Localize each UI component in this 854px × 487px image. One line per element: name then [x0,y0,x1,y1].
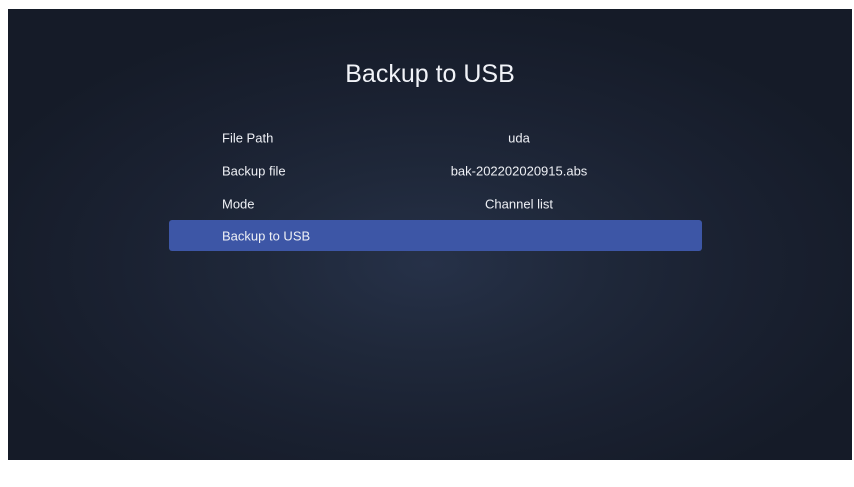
menu-item-backup-file[interactable]: Backup file bak-202202020915.abs [169,154,702,187]
tv-screen: Backup to USB File Path uda Backup file … [8,9,852,460]
menu-item-label: Backup to USB [222,228,311,243]
menu-item-label: Mode [222,196,255,211]
menu-item-value: Channel list [485,196,553,211]
menu-item-file-path[interactable]: File Path uda [169,121,702,154]
menu-item-value: bak-202202020915.abs [450,163,588,178]
menu-item-label: File Path [222,130,274,145]
menu-item-backup-to-usb[interactable]: Backup to USB [169,220,702,251]
menu-item-mode[interactable]: Mode Channel list [169,187,702,220]
menu-item-label: Backup file [222,163,286,178]
menu-item-value: uda [508,130,530,145]
page-title: Backup to USB [345,60,515,88]
backup-menu: File Path uda Backup file bak-2022020209… [169,121,702,251]
